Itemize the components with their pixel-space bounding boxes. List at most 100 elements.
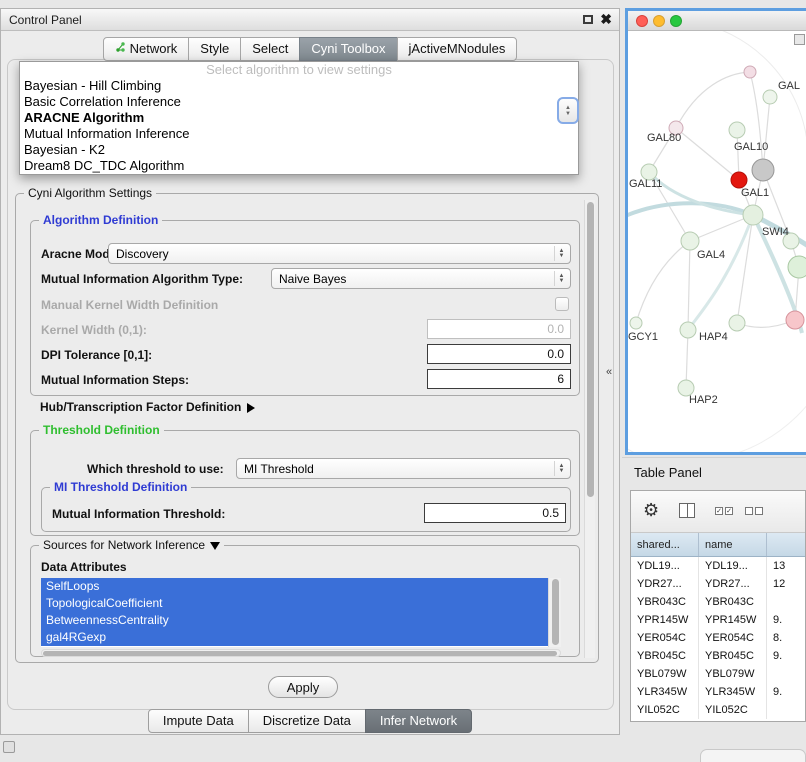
table-row[interactable]: YBR045CYBR045C9.: [631, 647, 805, 665]
column-chooser-icon[interactable]: [679, 503, 695, 518]
control-panel-titlebar: Control Panel ✖: [1, 9, 619, 31]
cell: 9.: [767, 611, 805, 629]
settings-scrollbar[interactable]: [584, 200, 595, 658]
algorithm-option-basic-correlation-inference[interactable]: Basic Correlation Inference: [20, 94, 578, 110]
attribute-item-topologicalcoefficient[interactable]: TopologicalCoefficient: [41, 595, 548, 612]
aracne-mode-select[interactable]: Discovery ▲▼: [108, 243, 571, 264]
node-label: GAL: [778, 80, 800, 92]
dpi-tolerance-input[interactable]: 0.0: [427, 344, 571, 364]
table-row[interactable]: YBL079WYBL079W: [631, 665, 805, 683]
algorithm-option-aracne-algorithm[interactable]: ARACNE Algorithm: [20, 110, 578, 126]
dropdown-placeholder: Select algorithm to view settings: [20, 62, 578, 78]
minimize-traffic-light-icon[interactable]: [653, 15, 665, 27]
manual-kernel-label: Manual Kernel Width Definition: [41, 298, 218, 312]
cell: [767, 665, 805, 683]
node-label: GAL4: [697, 249, 725, 261]
algorithm-select-stepper[interactable]: ▲▼: [557, 97, 579, 124]
algorithm-option-mutual-information-inference[interactable]: Mutual Information Inference: [20, 126, 578, 142]
tab-network[interactable]: Network: [103, 37, 190, 61]
cell: 13: [767, 557, 805, 575]
node-gal1[interactable]: [743, 205, 763, 225]
gear-icon[interactable]: ⚙: [643, 500, 659, 521]
algorithm-option-bayesian-k2[interactable]: Bayesian - K2: [20, 142, 578, 158]
mi-type-value: Naive Bayes: [279, 272, 346, 286]
tab-bar: NetworkStyleSelectCyni ToolboxjActiveMNo…: [1, 37, 619, 61]
mi-type-select[interactable]: Naive Bayes ▲▼: [271, 268, 571, 289]
splitter-collapse-button[interactable]: «: [606, 366, 612, 378]
apply-button[interactable]: Apply: [268, 676, 338, 698]
node-gcy1[interactable]: [630, 317, 642, 329]
mi-steps-input[interactable]: 6: [427, 369, 571, 389]
deselect-all-icon[interactable]: [745, 507, 763, 515]
tab-style[interactable]: Style: [188, 37, 241, 61]
close-icon[interactable]: ✖: [600, 11, 612, 28]
node-label: GAL10: [734, 141, 768, 153]
algorithm-definition-group: Algorithm Definition Aracne Mode: Discov…: [30, 220, 580, 396]
table-row[interactable]: YER054CYER054C8.: [631, 629, 805, 647]
network-icon: [115, 41, 126, 56]
manual-kernel-checkbox[interactable]: [555, 297, 569, 311]
algorithm-option-bayesian-hill-climbing[interactable]: Bayesian - Hill Climbing: [20, 78, 578, 94]
bottom-right-scrollbar[interactable]: [700, 749, 806, 762]
node[interactable]: [731, 172, 747, 188]
attribute-item-selfloops[interactable]: SelfLoops: [41, 578, 548, 595]
table-row[interactable]: YDR27...YDR27...12: [631, 575, 805, 593]
mi-threshold-input[interactable]: 0.5: [424, 503, 566, 523]
node-label: HAP2: [689, 394, 718, 406]
node-label: GAL80: [647, 132, 681, 144]
node[interactable]: [729, 315, 745, 331]
table-row[interactable]: YLR345WYLR345W9.: [631, 683, 805, 701]
node-gal[interactable]: [763, 90, 777, 104]
bottom-tab-infer-network[interactable]: Infer Network: [365, 709, 472, 733]
cell: YBR043C: [631, 593, 699, 611]
attribute-item-gal4rgexp[interactable]: gal4RGexp: [41, 629, 548, 646]
network-view-window[interactable]: GALGAL80GAL10GAL11GAL1SWI4GAL4GCY1HAP4HA…: [625, 8, 806, 455]
attribute-item-betweennesscentrality[interactable]: BetweennessCentrality: [41, 612, 548, 629]
cell: [767, 701, 805, 719]
hub-section-label: Hub/Transcription Factor Definition: [40, 400, 241, 414]
table-row[interactable]: YIL052CYIL052C: [631, 701, 805, 719]
node-label: SWI4: [762, 226, 789, 238]
algorithm-option-dream8-dc-tdc-algorithm[interactable]: Dream8 DC_TDC Algorithm: [20, 158, 578, 174]
node[interactable]: [744, 66, 756, 78]
birds-eye-view-icon[interactable]: [794, 34, 805, 45]
hub-section-toggle[interactable]: Hub/Transcription Factor Definition: [40, 400, 255, 414]
algorithm-dropdown-popup: Select algorithm to view settings Bayesi…: [19, 61, 579, 175]
column-header[interactable]: [767, 533, 805, 556]
tab-cyni-toolbox[interactable]: Cyni Toolbox: [299, 37, 397, 61]
bottom-tab-impute-data[interactable]: Impute Data: [148, 709, 249, 733]
tab-jactivemnodules[interactable]: jActiveMNodules: [397, 37, 518, 61]
cell: YDR27...: [631, 575, 699, 593]
node[interactable]: [752, 159, 774, 181]
bottom-tab-discretize-data[interactable]: Discretize Data: [248, 709, 366, 733]
node-hap4[interactable]: [680, 322, 696, 338]
close-traffic-light-icon[interactable]: [636, 15, 648, 27]
column-header[interactable]: name: [699, 533, 767, 556]
which-threshold-select[interactable]: MI Threshold ▲▼: [236, 458, 571, 479]
table-row[interactable]: YPR145WYPR145W9.: [631, 611, 805, 629]
node[interactable]: [788, 256, 806, 278]
table-row[interactable]: YDL19...YDL19...13: [631, 557, 805, 575]
attribute-list-hscrollbar[interactable]: [41, 649, 561, 657]
stepper-icon: ▲▼: [554, 461, 568, 476]
select-all-icon[interactable]: ✓✓: [715, 507, 733, 515]
kernel-width-input[interactable]: 0.0: [427, 319, 571, 339]
table-toolbar: ⚙ ✓✓: [631, 491, 805, 533]
tab-select[interactable]: Select: [240, 37, 300, 61]
panel-grip-icon[interactable]: [3, 741, 15, 753]
sources-group-toggle[interactable]: Sources for Network Inference: [39, 538, 224, 552]
table-row[interactable]: YBR043CYBR043C: [631, 593, 805, 611]
float-window-icon[interactable]: [583, 15, 593, 24]
network-window-titlebar: [628, 11, 806, 31]
network-canvas[interactable]: GALGAL80GAL10GAL11GAL1SWI4GAL4GCY1HAP4HA…: [628, 31, 806, 452]
node-gal4[interactable]: [681, 232, 699, 250]
edge: [737, 215, 753, 323]
zoom-traffic-light-icon[interactable]: [670, 15, 682, 27]
dpi-tolerance-label: DPI Tolerance [0,1]:: [41, 348, 152, 362]
group-title: Threshold Definition: [39, 423, 164, 437]
node[interactable]: [786, 311, 804, 329]
column-header[interactable]: shared...: [631, 533, 699, 556]
node-gal10[interactable]: [729, 122, 745, 138]
attribute-list-vscrollbar[interactable]: [548, 578, 561, 647]
threshold-definition-group: Threshold Definition Which threshold to …: [30, 430, 580, 536]
